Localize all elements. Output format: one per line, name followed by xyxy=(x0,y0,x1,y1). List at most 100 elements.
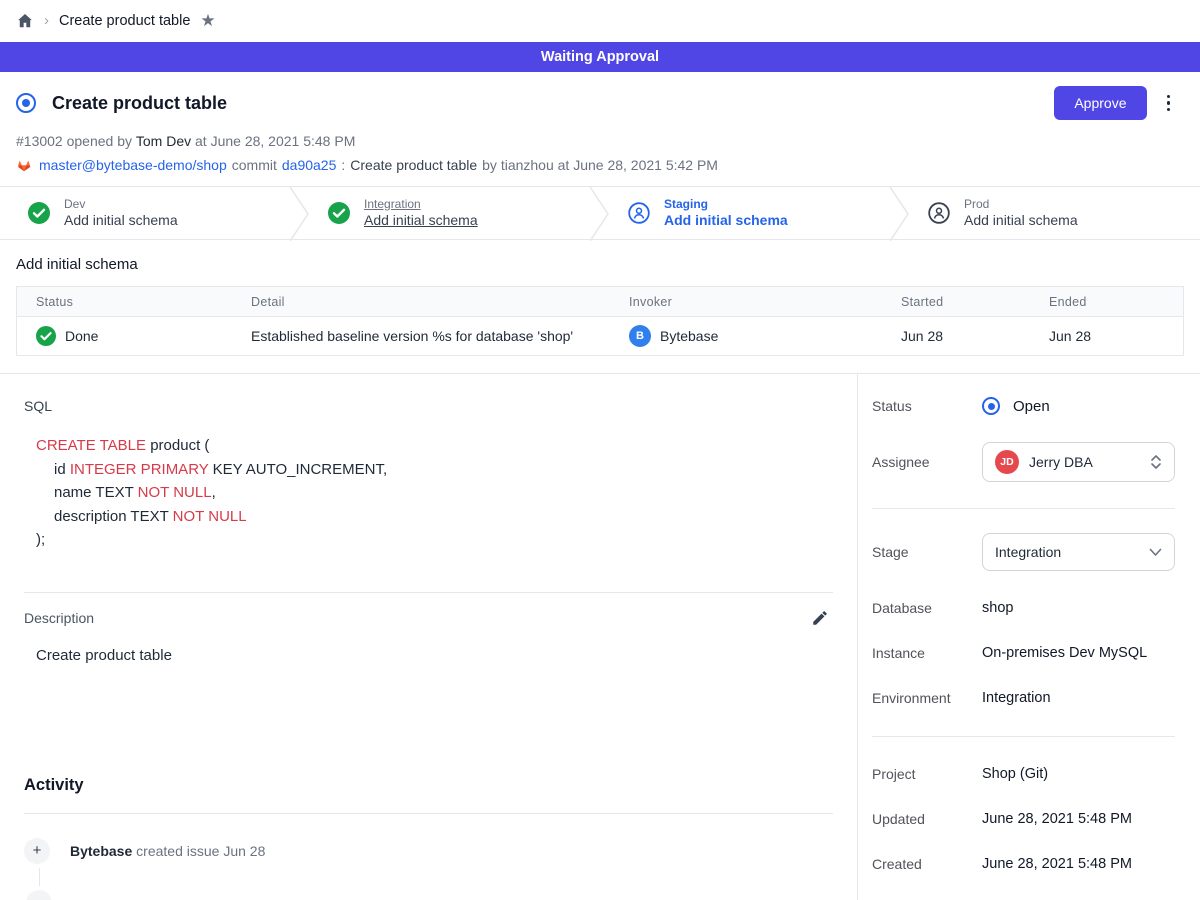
approve-button[interactable]: Approve xyxy=(1054,86,1146,120)
stage-done-icon xyxy=(328,202,350,224)
task-ended: Jun 28 xyxy=(1049,328,1183,344)
sql-line: id INTEGER PRIMARY KEY AUTO_INCREMENT, xyxy=(36,458,833,482)
status-open-icon xyxy=(982,397,1000,415)
commit-hash-link[interactable]: da90a25 xyxy=(282,157,337,173)
created-label: Created xyxy=(872,856,982,872)
activity-actor: Bytebase xyxy=(70,843,132,859)
col-invoker: Invoker xyxy=(629,295,901,309)
activity-action: created issue Jun 28 xyxy=(136,843,265,859)
instance-row: Instance On-premises Dev MySQL xyxy=(872,645,1175,661)
main-panel: SQL CREATE TABLE product ( id INTEGER PR… xyxy=(0,374,858,900)
environment-label: Environment xyxy=(872,690,982,706)
assignee-row: Assignee JD Jerry DBA xyxy=(872,442,1175,482)
col-detail: Detail xyxy=(251,295,629,309)
stage-row: Stage Integration xyxy=(872,533,1175,571)
col-ended: Ended xyxy=(1049,295,1183,309)
stage-staging[interactable]: Staging Add initial schema xyxy=(600,187,900,239)
database-value: shop xyxy=(982,600,1013,616)
activity-section: Activity + Bytebase created issue Jun 28 xyxy=(24,776,833,864)
activity-item: + Bytebase created issue Jun 28 xyxy=(24,838,833,864)
stage-pending-person-icon xyxy=(628,202,650,224)
stage-env-name: Dev xyxy=(64,197,178,212)
stage-pending-person-icon xyxy=(928,202,950,224)
issue-opened-time: at June 28, 2021 5:48 PM xyxy=(195,133,355,149)
instance-label: Instance xyxy=(872,645,982,661)
description-label: Description xyxy=(24,610,94,626)
chevron-right-icon: › xyxy=(44,12,49,29)
status-label: Status xyxy=(872,398,982,414)
stage-value: Integration xyxy=(995,544,1139,560)
next-activity-icon xyxy=(26,890,52,900)
sql-line: ); xyxy=(36,528,833,552)
status-banner-text: Waiting Approval xyxy=(541,49,659,65)
stage-integration[interactable]: Integration Add initial schema xyxy=(300,187,600,239)
task-done-icon xyxy=(36,326,56,346)
created-row: Created June 28, 2021 5:48 PM xyxy=(872,856,1175,872)
task-section-title: Add initial schema xyxy=(16,256,1184,273)
updated-label: Updated xyxy=(872,811,982,827)
issue-sidebar: Status Open Assignee JD Jerry DBA xyxy=(858,374,1200,900)
commit-message: Create product table xyxy=(350,157,477,173)
stage-task-name: Add initial schema xyxy=(664,212,788,230)
updated-value: June 28, 2021 5:48 PM xyxy=(982,811,1132,827)
environment-row: Environment Integration xyxy=(872,690,1175,706)
activity-divider xyxy=(24,813,833,814)
stage-env-name: Staging xyxy=(664,197,788,212)
task-table-header: Status Detail Invoker Started Ended xyxy=(17,287,1183,317)
task-detail: Established baseline version %s for data… xyxy=(251,328,629,344)
favorite-star-icon[interactable]: ★ xyxy=(200,11,215,31)
stage-dev[interactable]: Dev Add initial schema xyxy=(0,187,300,239)
sql-code-block: CREATE TABLE product ( id INTEGER PRIMAR… xyxy=(24,434,833,552)
issue-header: Create product table Approve #13002 open… xyxy=(0,72,1200,186)
sql-line: name TEXT NOT NULL, xyxy=(36,481,833,505)
commit-separator: : xyxy=(341,157,345,173)
instance-value: On-premises Dev MySQL xyxy=(982,645,1147,661)
activity-connector xyxy=(39,868,40,886)
assignee-label: Assignee xyxy=(872,454,982,470)
content-split: SQL CREATE TABLE product ( id INTEGER PR… xyxy=(0,373,1200,900)
up-down-chevron-icon xyxy=(1150,454,1162,470)
stage-prod[interactable]: Prod Add initial schema xyxy=(900,187,1200,239)
stage-done-icon xyxy=(28,202,50,224)
database-label: Database xyxy=(872,600,982,616)
edit-pencil-icon[interactable] xyxy=(811,609,829,627)
issue-id-opened-by: #13002 opened by xyxy=(16,133,132,149)
project-label: Project xyxy=(872,766,982,782)
issue-open-icon xyxy=(16,93,36,113)
sidebar-divider xyxy=(872,508,1175,509)
issue-author: Tom Dev xyxy=(136,133,191,149)
plus-icon: + xyxy=(24,838,50,864)
environment-value: Integration xyxy=(982,690,1051,706)
invoker-avatar: B xyxy=(629,325,651,347)
home-icon[interactable] xyxy=(16,12,34,30)
col-status: Status xyxy=(17,295,251,309)
breadcrumb-page-title[interactable]: Create product table xyxy=(59,13,190,29)
task-row[interactable]: Done Established baseline version %s for… xyxy=(17,317,1183,355)
assignee-select[interactable]: JD Jerry DBA xyxy=(982,442,1175,482)
stage-env-name: Prod xyxy=(964,197,1078,212)
sql-label: SQL xyxy=(24,398,833,414)
sidebar-divider xyxy=(872,736,1175,737)
stage-select[interactable]: Integration xyxy=(982,533,1175,571)
more-options-icon[interactable] xyxy=(1163,91,1175,116)
status-row: Status Open xyxy=(872,397,1175,415)
sql-line: CREATE TABLE product ( xyxy=(36,434,833,458)
task-status: Done xyxy=(65,328,98,344)
commit-word: commit xyxy=(232,157,277,173)
description-body[interactable]: Create product table xyxy=(24,647,833,664)
updated-row: Updated June 28, 2021 5:48 PM xyxy=(872,811,1175,827)
task-started: Jun 28 xyxy=(901,328,1049,344)
created-value: June 28, 2021 5:48 PM xyxy=(982,856,1132,872)
breadcrumb: › Create product table ★ xyxy=(0,0,1200,42)
assignee-value: Jerry DBA xyxy=(1029,454,1140,470)
stage-label: Stage xyxy=(872,544,982,560)
stage-task-name: Add initial schema xyxy=(64,212,178,230)
pipeline-stages: Dev Add initial schema Integration Add i… xyxy=(0,186,1200,240)
issue-meta: #13002 opened by Tom Dev at June 28, 202… xyxy=(16,133,1174,149)
database-row: Database shop xyxy=(872,600,1175,616)
bytebase-issue-page: › Create product table ★ Waiting Approva… xyxy=(0,0,1200,900)
task-section: Add initial schema Status Detail Invoker… xyxy=(0,240,1200,356)
project-row: Project Shop (Git) xyxy=(872,766,1175,782)
commit-branch-link[interactable]: master@bytebase-demo/shop xyxy=(39,157,227,173)
stage-task-name: Add initial schema xyxy=(364,212,478,230)
